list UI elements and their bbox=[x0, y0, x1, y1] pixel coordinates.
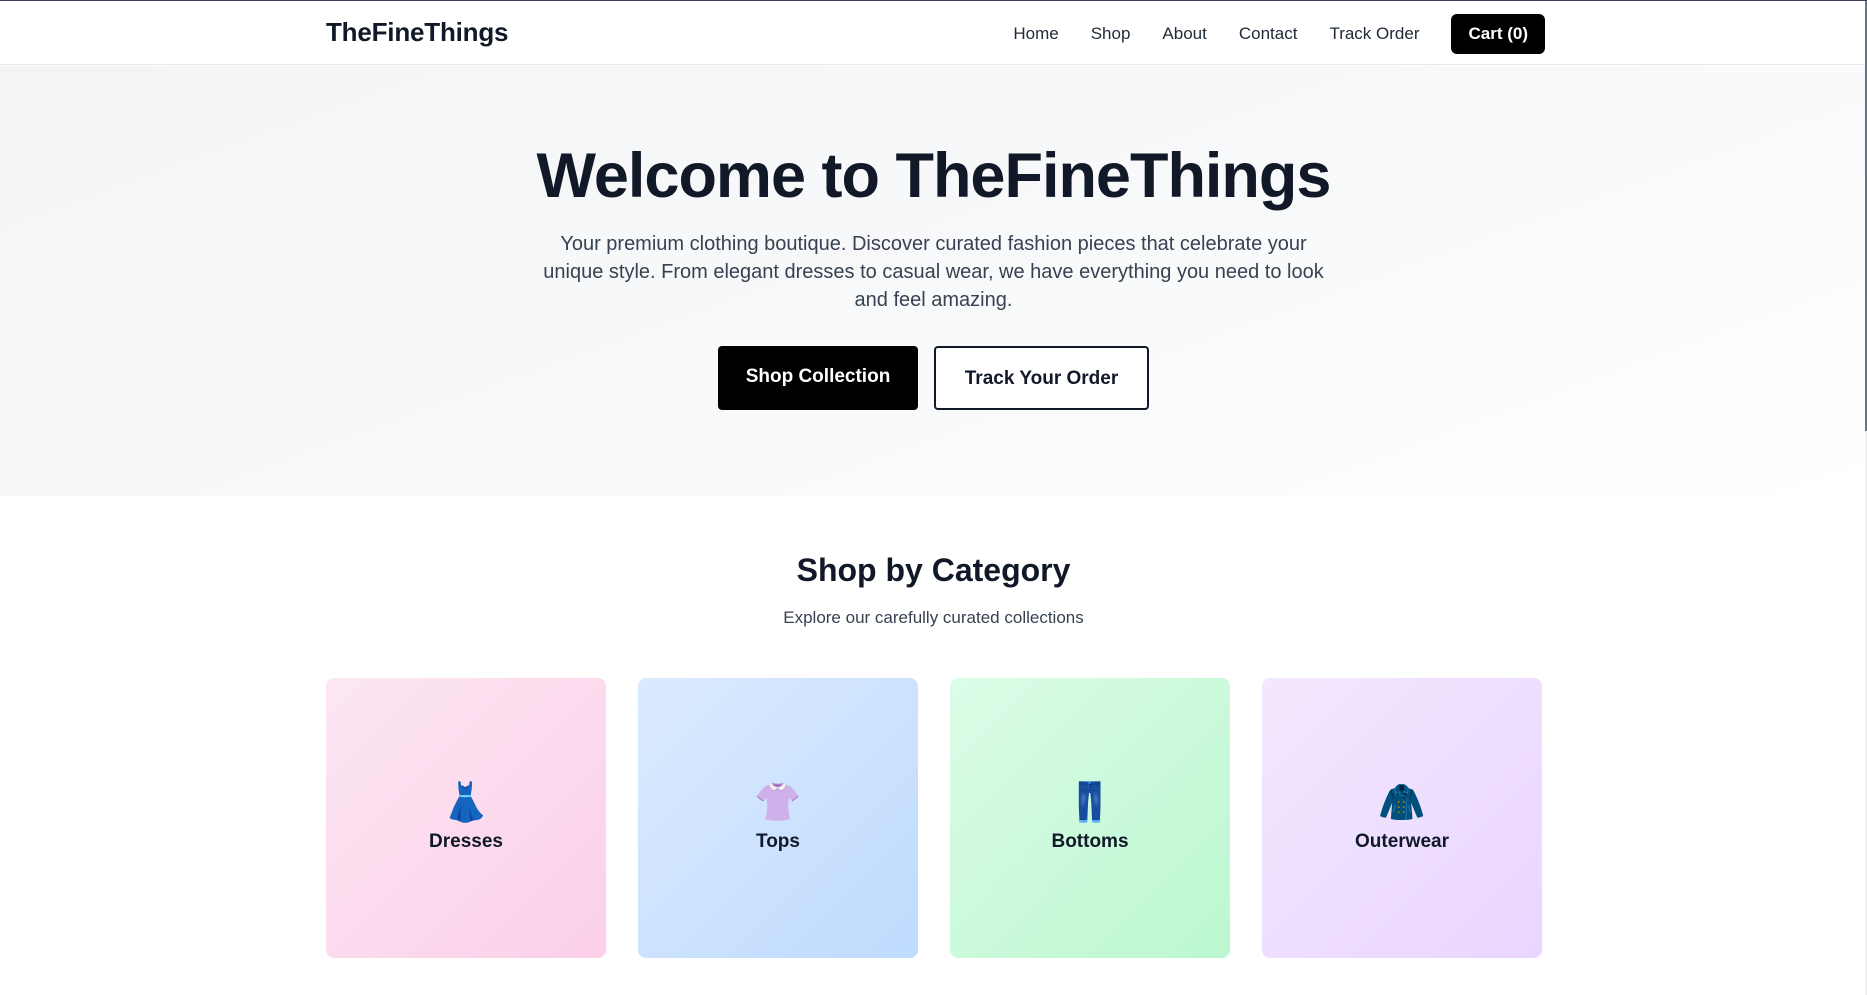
cart-button[interactable]: Cart (0) bbox=[1451, 14, 1545, 54]
category-card-outerwear[interactable]: 🧥 Outerwear bbox=[1262, 678, 1542, 958]
shop-collection-button[interactable]: Shop Collection bbox=[718, 346, 918, 410]
coat-icon: 🧥 bbox=[1378, 782, 1426, 824]
brand-logo[interactable]: TheFineThings bbox=[326, 17, 508, 48]
main-nav: Home Shop About Contact Track Order Cart… bbox=[1013, 14, 1545, 54]
nav-track-order-link[interactable]: Track Order bbox=[1329, 14, 1419, 54]
hero-title: Welcome to TheFineThings bbox=[536, 141, 1332, 211]
jeans-icon: 👖 bbox=[1066, 782, 1114, 824]
category-label: Outerwear bbox=[1355, 831, 1449, 852]
category-section-subtitle: Explore our carefully curated collection… bbox=[783, 608, 1084, 627]
category-card-dresses[interactable]: 👗 Dresses bbox=[326, 678, 606, 958]
category-label: Tops bbox=[756, 831, 800, 852]
category-card-bottoms[interactable]: 👖 Bottoms bbox=[950, 678, 1230, 958]
category-card-tops[interactable]: 👚 Tops bbox=[638, 678, 918, 958]
dress-icon: 👗 bbox=[442, 782, 490, 824]
nav-about-link[interactable]: About bbox=[1162, 14, 1206, 54]
hero-subtitle: Your premium clothing boutique. Discover… bbox=[543, 233, 1324, 311]
nav-contact-link[interactable]: Contact bbox=[1239, 14, 1298, 54]
shirt-icon: 👚 bbox=[754, 782, 802, 824]
category-section-title: Shop by Category bbox=[796, 552, 1071, 588]
category-label: Bottoms bbox=[1051, 831, 1129, 852]
track-your-order-button[interactable]: Track Your Order bbox=[934, 346, 1149, 410]
site-header: TheFineThings Home Shop About Contact Tr… bbox=[0, 1, 1865, 65]
category-label: Dresses bbox=[429, 831, 503, 852]
nav-shop-link[interactable]: Shop bbox=[1091, 14, 1131, 54]
nav-home-link[interactable]: Home bbox=[1013, 14, 1058, 54]
